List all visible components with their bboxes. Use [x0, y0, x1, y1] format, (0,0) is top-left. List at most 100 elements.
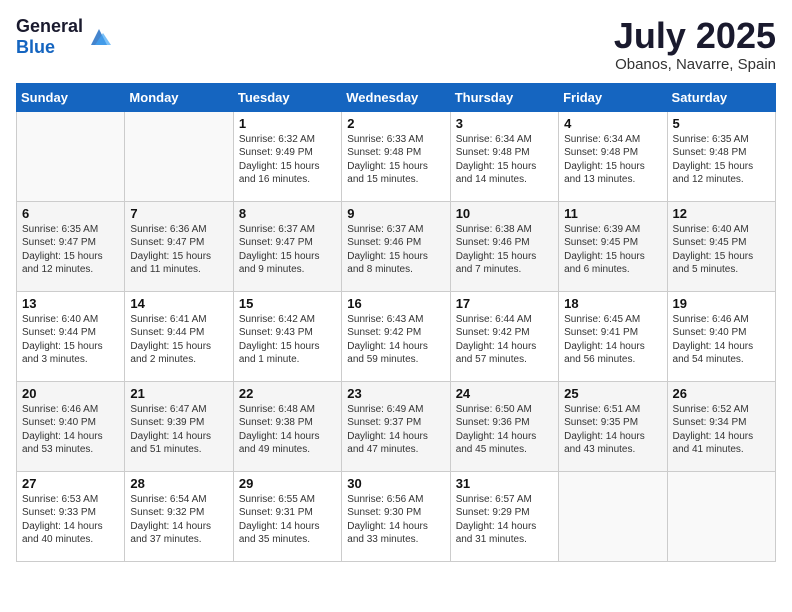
- day-number: 30: [347, 476, 444, 491]
- day-info: Sunrise: 6:57 AM Sunset: 9:29 PM Dayligh…: [456, 493, 553, 547]
- day-number: 28: [130, 476, 227, 491]
- weekday-header-thursday: Thursday: [450, 83, 558, 111]
- weekday-header-sunday: Sunday: [17, 83, 125, 111]
- calendar-cell: 15 Sunrise: 6:42 AM Sunset: 9:43 PM Dayli…: [233, 291, 341, 381]
- day-info: Sunrise: 6:35 AM Sunset: 9:48 PM Dayligh…: [673, 133, 770, 187]
- day-info: Sunrise: 6:49 AM Sunset: 9:37 PM Dayligh…: [347, 403, 444, 457]
- day-info: Sunrise: 6:45 AM Sunset: 9:41 PM Dayligh…: [564, 313, 661, 367]
- day-info: Sunrise: 6:41 AM Sunset: 9:44 PM Dayligh…: [130, 313, 227, 367]
- calendar-cell: 31 Sunrise: 6:57 AM Sunset: 9:29 PM Dayli…: [450, 471, 558, 561]
- calendar-cell: 30 Sunrise: 6:56 AM Sunset: 9:30 PM Dayli…: [342, 471, 450, 561]
- day-info: Sunrise: 6:34 AM Sunset: 9:48 PM Dayligh…: [564, 133, 661, 187]
- day-number: 29: [239, 476, 336, 491]
- day-number: 3: [456, 116, 553, 131]
- calendar-cell: 3 Sunrise: 6:34 AM Sunset: 9:48 PM Daylig…: [450, 111, 558, 201]
- calendar-cell: 5 Sunrise: 6:35 AM Sunset: 9:48 PM Daylig…: [667, 111, 775, 201]
- day-number: 15: [239, 296, 336, 311]
- calendar-cell: 9 Sunrise: 6:37 AM Sunset: 9:46 PM Daylig…: [342, 201, 450, 291]
- calendar-cell: 8 Sunrise: 6:37 AM Sunset: 9:47 PM Daylig…: [233, 201, 341, 291]
- day-info: Sunrise: 6:37 AM Sunset: 9:47 PM Dayligh…: [239, 223, 336, 277]
- logo-general: General: [16, 16, 83, 36]
- day-number: 18: [564, 296, 661, 311]
- calendar-cell: [17, 111, 125, 201]
- day-info: Sunrise: 6:33 AM Sunset: 9:48 PM Dayligh…: [347, 133, 444, 187]
- day-number: 20: [22, 386, 119, 401]
- day-info: Sunrise: 6:34 AM Sunset: 9:48 PM Dayligh…: [456, 133, 553, 187]
- day-info: Sunrise: 6:53 AM Sunset: 9:33 PM Dayligh…: [22, 493, 119, 547]
- day-number: 6: [22, 206, 119, 221]
- day-number: 2: [347, 116, 444, 131]
- calendar-cell: [667, 471, 775, 561]
- day-number: 19: [673, 296, 770, 311]
- calendar-cell: 12Sunrise: 6:40 AM Sunset: 9:45 PM Dayli…: [667, 201, 775, 291]
- calendar-week-row: 20 Sunrise: 6:46 AM Sunset: 9:40 PM Dayli…: [17, 381, 776, 471]
- calendar-cell: 26 Sunrise: 6:52 AM Sunset: 9:34 PM Dayli…: [667, 381, 775, 471]
- calendar-cell: 20 Sunrise: 6:46 AM Sunset: 9:40 PM Dayli…: [17, 381, 125, 471]
- logo-blue: Blue: [16, 37, 55, 57]
- day-info: Sunrise: 6:36 AM Sunset: 9:47 PM Dayligh…: [130, 223, 227, 277]
- day-info: Sunrise: 6:48 AM Sunset: 9:38 PM Dayligh…: [239, 403, 336, 457]
- day-info: Sunrise: 6:42 AM Sunset: 9:43 PM Dayligh…: [239, 313, 336, 367]
- day-number: 14: [130, 296, 227, 311]
- day-number: 23: [347, 386, 444, 401]
- day-info: Sunrise: 6:46 AM Sunset: 9:40 PM Dayligh…: [673, 313, 770, 367]
- calendar-cell: 14 Sunrise: 6:41 AM Sunset: 9:44 PM Dayli…: [125, 291, 233, 381]
- weekday-header-monday: Monday: [125, 83, 233, 111]
- calendar-cell: 23 Sunrise: 6:49 AM Sunset: 9:37 PM Dayli…: [342, 381, 450, 471]
- day-info: Sunrise: 6:52 AM Sunset: 9:34 PM Dayligh…: [673, 403, 770, 457]
- day-info: Sunrise: 6:40 AM Sunset: 9:45 PM Dayligh…: [673, 223, 770, 277]
- month-year-title: July 2025: [614, 16, 776, 56]
- logo-text: General Blue: [16, 16, 83, 58]
- day-info: Sunrise: 6:37 AM Sunset: 9:46 PM Dayligh…: [347, 223, 444, 277]
- day-number: 4: [564, 116, 661, 131]
- day-info: Sunrise: 6:55 AM Sunset: 9:31 PM Dayligh…: [239, 493, 336, 547]
- day-info: Sunrise: 6:46 AM Sunset: 9:40 PM Dayligh…: [22, 403, 119, 457]
- day-info: Sunrise: 6:50 AM Sunset: 9:36 PM Dayligh…: [456, 403, 553, 457]
- day-number: 24: [456, 386, 553, 401]
- day-number: 7: [130, 206, 227, 221]
- day-number: 8: [239, 206, 336, 221]
- calendar-cell: 27 Sunrise: 6:53 AM Sunset: 9:33 PM Dayli…: [17, 471, 125, 561]
- calendar-table: SundayMondayTuesdayWednesdayThursdayFrid…: [16, 83, 776, 562]
- day-number: 1: [239, 116, 336, 131]
- calendar-cell: 7 Sunrise: 6:36 AM Sunset: 9:47 PM Daylig…: [125, 201, 233, 291]
- calendar-cell: 6Sunrise: 6:35 AM Sunset: 9:47 PM Daylig…: [17, 201, 125, 291]
- calendar-cell: 2 Sunrise: 6:33 AM Sunset: 9:48 PM Daylig…: [342, 111, 450, 201]
- calendar-cell: 17Sunrise: 6:44 AM Sunset: 9:42 PM Dayli…: [450, 291, 558, 381]
- day-info: Sunrise: 6:32 AM Sunset: 9:49 PM Dayligh…: [239, 133, 336, 187]
- day-number: 26: [673, 386, 770, 401]
- day-number: 13: [22, 296, 119, 311]
- day-info: Sunrise: 6:54 AM Sunset: 9:32 PM Dayligh…: [130, 493, 227, 547]
- calendar-cell: 22 Sunrise: 6:48 AM Sunset: 9:38 PM Dayli…: [233, 381, 341, 471]
- calendar-cell: 21 Sunrise: 6:47 AM Sunset: 9:39 PM Dayli…: [125, 381, 233, 471]
- weekday-header-tuesday: Tuesday: [233, 83, 341, 111]
- day-number: 16: [347, 296, 444, 311]
- day-number: 31: [456, 476, 553, 491]
- day-info: Sunrise: 6:43 AM Sunset: 9:42 PM Dayligh…: [347, 313, 444, 367]
- day-number: 25: [564, 386, 661, 401]
- day-number: 22: [239, 386, 336, 401]
- day-info: Sunrise: 6:38 AM Sunset: 9:46 PM Dayligh…: [456, 223, 553, 277]
- day-number: 5: [673, 116, 770, 131]
- weekday-header-saturday: Saturday: [667, 83, 775, 111]
- title-section: July 2025 Obanos, Navarre, Spain: [614, 16, 776, 73]
- day-info: Sunrise: 6:56 AM Sunset: 9:30 PM Dayligh…: [347, 493, 444, 547]
- day-number: 27: [22, 476, 119, 491]
- day-number: 10: [456, 206, 553, 221]
- location-subtitle: Obanos, Navarre, Spain: [614, 56, 776, 73]
- calendar-cell: 18 Sunrise: 6:45 AM Sunset: 9:41 PM Dayli…: [559, 291, 667, 381]
- calendar-cell: 16 Sunrise: 6:43 AM Sunset: 9:42 PM Dayli…: [342, 291, 450, 381]
- day-number: 17: [456, 296, 553, 311]
- day-number: 9: [347, 206, 444, 221]
- day-info: Sunrise: 6:47 AM Sunset: 9:39 PM Dayligh…: [130, 403, 227, 457]
- calendar-cell: 4 Sunrise: 6:34 AM Sunset: 9:48 PM Daylig…: [559, 111, 667, 201]
- page-header: General Blue July 2025 Obanos, Navarre, …: [16, 16, 776, 73]
- calendar-week-row: 1 Sunrise: 6:32 AM Sunset: 9:49 PM Daylig…: [17, 111, 776, 201]
- calendar-cell: 10 Sunrise: 6:38 AM Sunset: 9:46 PM Dayli…: [450, 201, 558, 291]
- logo-icon: [85, 23, 113, 51]
- day-number: 21: [130, 386, 227, 401]
- day-info: Sunrise: 6:39 AM Sunset: 9:45 PM Dayligh…: [564, 223, 661, 277]
- calendar-week-row: 27 Sunrise: 6:53 AM Sunset: 9:33 PM Dayli…: [17, 471, 776, 561]
- calendar-cell: 19 Sunrise: 6:46 AM Sunset: 9:40 PM Dayli…: [667, 291, 775, 381]
- calendar-week-row: 13Sunrise: 6:40 AM Sunset: 9:44 PM Dayli…: [17, 291, 776, 381]
